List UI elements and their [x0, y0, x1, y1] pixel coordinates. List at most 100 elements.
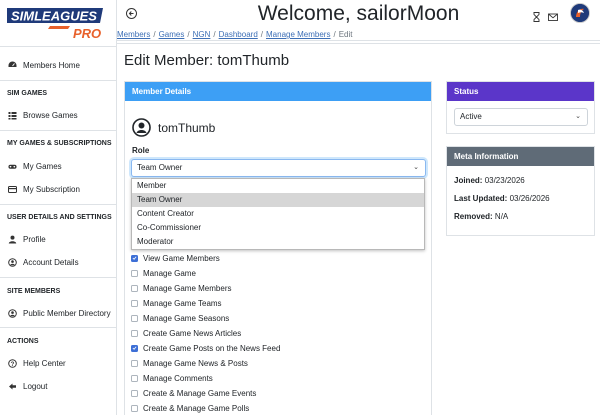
mail-icon[interactable] — [548, 9, 558, 21]
permission-label: Manage Game — [143, 268, 196, 278]
role-option-moderator[interactable]: Moderator — [132, 235, 424, 249]
dashboard-icon — [8, 61, 17, 70]
sidebar-item-browse-games[interactable]: Browse Games — [0, 107, 116, 123]
permission-label: Manage Game Members — [143, 283, 232, 293]
simleagues-logo[interactable]: SIMLEAGUES PRO — [0, 0, 116, 47]
divider — [117, 43, 600, 44]
checkbox[interactable] — [131, 284, 138, 292]
svg-text:?: ? — [11, 361, 15, 367]
user-circle-icon — [132, 118, 151, 137]
logo-text-line1: SIMLEAGUES — [11, 9, 97, 24]
checkbox[interactable] — [131, 299, 138, 307]
joined-label: Joined: — [454, 176, 483, 185]
card-icon — [8, 185, 17, 194]
divider — [0, 277, 116, 278]
role-dropdown-list: Member Team Owner Content Creator Co-Com… — [131, 178, 425, 250]
welcome-heading: Welcome, sailorMoon — [257, 2, 460, 25]
divider — [0, 327, 116, 328]
permission-label: Manage Game Teams — [143, 298, 222, 308]
permission-manage-game-events[interactable]: Create & Manage Game Events — [131, 387, 256, 399]
role-label: Role — [132, 146, 150, 155]
breadcrumb: Members / Games / NGN / Dashboard / Manage Membe… — [117, 29, 600, 41]
permission-label: Manage Game Seasons — [143, 313, 230, 323]
last-updated-row: Last Updated: 03/26/2026 — [454, 194, 550, 203]
permission-label: Create Game News Articles — [143, 328, 242, 338]
permission-manage-game-teams[interactable]: Manage Game Teams — [131, 297, 222, 309]
breadcrumb-link-manage-members[interactable]: Manage Members — [266, 30, 330, 39]
sidebar-item-public-member-directory[interactable]: Public Member Directory — [0, 305, 116, 321]
meta-information-card: Meta Information Joined: 03/23/2026 Last… — [446, 146, 595, 236]
checkbox[interactable] — [131, 329, 138, 337]
logo-mark: SIMLEAGUES PRO — [7, 8, 103, 41]
permission-create-news-feed-posts[interactable]: Create Game Posts on the News Feed — [131, 342, 280, 354]
joined-row: Joined: 03/23/2026 — [454, 176, 525, 185]
list-icon — [8, 111, 17, 120]
permission-label: View Game Members — [143, 253, 220, 263]
permission-manage-game-polls[interactable]: Create & Manage Game Polls — [131, 402, 249, 414]
user-circle-icon — [8, 308, 17, 318]
role-option-co-commissioner[interactable]: Co-Commissioner — [132, 221, 424, 235]
chevron-down-icon: ⌄ — [575, 113, 581, 120]
joined-value: 03/23/2026 — [484, 176, 525, 185]
divider — [0, 130, 116, 131]
sidebar-item-members-home[interactable]: Members Home — [0, 57, 116, 73]
hourglass-icon[interactable] — [532, 9, 541, 22]
breadcrumb-current: Edit — [338, 30, 353, 39]
section-title-site-members: SITE MEMBERS — [7, 288, 61, 295]
permission-manage-game-members[interactable]: Manage Game Members — [131, 282, 231, 294]
sidebar-item-label: Browse Games — [23, 110, 78, 120]
user-icon — [8, 235, 17, 244]
user-circle-icon — [8, 257, 17, 267]
breadcrumb-link-games[interactable]: Games — [159, 30, 185, 39]
checkbox[interactable] — [131, 269, 138, 277]
breadcrumb-link-dashboard[interactable]: Dashboard — [219, 30, 258, 39]
checkbox-checked[interactable] — [131, 254, 138, 262]
checkbox[interactable] — [131, 404, 138, 412]
checkbox[interactable] — [131, 389, 138, 397]
removed-label: Removed: — [454, 212, 493, 221]
avatar[interactable] — [570, 3, 590, 23]
sidebar-item-logout[interactable]: Logout — [0, 378, 116, 394]
section-title-sim-games: SIM GAMES — [7, 90, 48, 97]
permission-view-game-members[interactable]: View Game Members — [131, 252, 220, 264]
page-title: Edit Member: tomThumb — [124, 52, 290, 69]
top-header: Welcome, sailorMoon — [117, 0, 600, 27]
removed-row: Removed: N/A — [454, 212, 508, 221]
role-option-content-creator[interactable]: Content Creator — [132, 207, 424, 221]
sidebar-item-label: My Subscription — [23, 184, 80, 194]
checkbox[interactable] — [131, 359, 138, 367]
meta-information-header: Meta Information — [447, 147, 594, 166]
sidebar-item-profile[interactable]: Profile — [0, 231, 116, 247]
sidebar-item-label: Logout — [23, 381, 48, 391]
sidebar-item-my-subscription[interactable]: My Subscription — [0, 181, 116, 197]
role-select[interactable]: Team Owner ⌄ — [131, 159, 426, 177]
sidebar: SIMLEAGUES PRO Members Home SIM GAMES Br… — [0, 0, 117, 415]
checkbox[interactable] — [131, 374, 138, 382]
chevron-down-icon: ⌄ — [413, 164, 419, 171]
permission-manage-game[interactable]: Manage Game — [131, 267, 196, 279]
member-details-header: Member Details — [125, 82, 431, 101]
permission-create-news-articles[interactable]: Create Game News Articles — [131, 327, 241, 339]
permission-manage-news-posts[interactable]: Manage Game News & Posts — [131, 357, 248, 369]
permission-manage-game-seasons[interactable]: Manage Game Seasons — [131, 312, 229, 324]
status-select-value: Active — [460, 112, 482, 121]
sidebar-item-account-details[interactable]: Account Details — [0, 254, 116, 270]
sidebar-item-help-center[interactable]: ? Help Center — [0, 355, 116, 371]
checkbox-checked[interactable] — [131, 344, 138, 352]
sidebar-item-label: My Games — [23, 161, 62, 171]
breadcrumb-link-ngn[interactable]: NGN — [193, 30, 211, 39]
role-option-member[interactable]: Member — [132, 179, 424, 193]
role-option-team-owner[interactable]: Team Owner — [132, 193, 424, 207]
permission-label: Create Game Posts on the News Feed — [143, 343, 281, 353]
permission-manage-comments[interactable]: Manage Comments — [131, 372, 213, 384]
breadcrumb-link-members[interactable]: Members — [117, 30, 150, 39]
permission-label: Manage Game News & Posts — [143, 358, 248, 368]
logo-text-line2: PRO — [73, 26, 101, 41]
status-select[interactable]: Active ⌄ — [454, 108, 588, 126]
sidebar-item-my-games[interactable]: My Games — [0, 158, 116, 174]
checkbox[interactable] — [131, 314, 138, 322]
removed-value: N/A — [494, 212, 509, 221]
member-identity: tomThumb — [132, 118, 215, 137]
permission-label: Create & Manage Game Events — [143, 388, 257, 398]
role-select-value: Team Owner — [137, 163, 183, 172]
